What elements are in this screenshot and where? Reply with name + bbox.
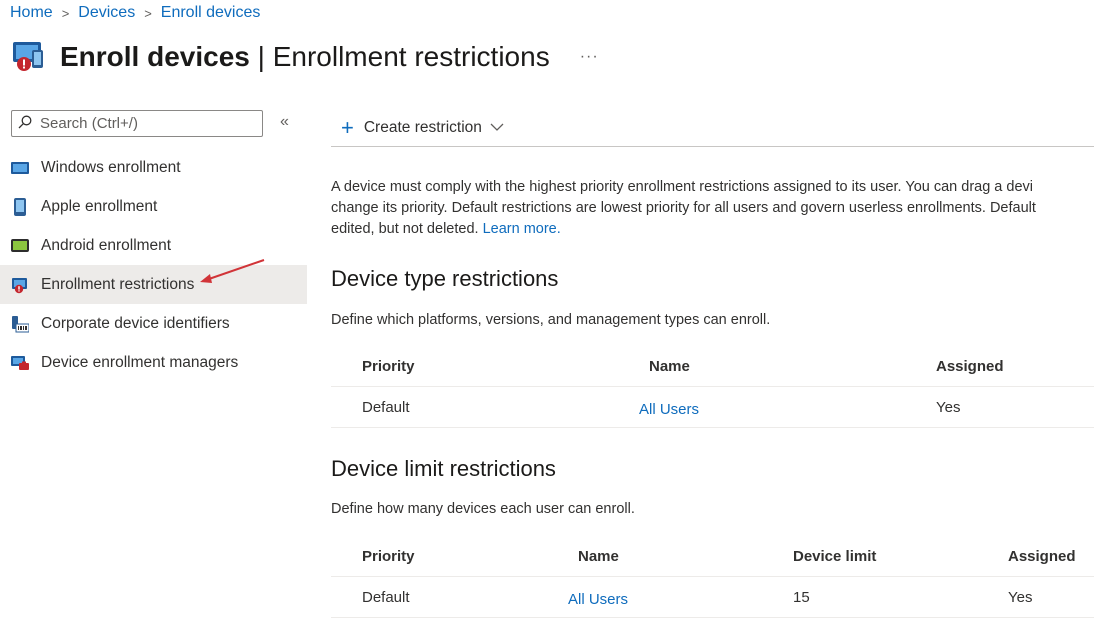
column-header-name[interactable]: Name	[578, 548, 619, 565]
table-header-row: Priority Name Assigned	[331, 346, 1094, 387]
collapse-sidebar-button[interactable]: «	[280, 113, 289, 131]
table-row[interactable]: Default All Users 15 Yes	[331, 577, 1094, 618]
command-bar: + Create restriction	[331, 110, 1094, 147]
sidebar-item-windows-enrollment[interactable]: Windows enrollment	[0, 148, 307, 187]
more-options-button[interactable]: ···	[580, 48, 599, 66]
column-header-priority[interactable]: Priority	[362, 358, 415, 375]
page-header: Enroll devices | Enrollment restrictions…	[10, 36, 599, 77]
column-header-device-limit[interactable]: Device limit	[793, 548, 876, 565]
chevron-down-icon[interactable]	[490, 119, 504, 137]
column-header-priority[interactable]: Priority	[362, 548, 415, 565]
priority-cell: Default	[362, 399, 410, 416]
breadcrumb-home[interactable]: Home	[10, 4, 53, 22]
search-box[interactable]	[11, 110, 263, 137]
device-limit-table: Priority Name Device limit Assigned Defa…	[331, 536, 1094, 618]
sidebar-item-apple-enrollment[interactable]: Apple enrollment	[0, 187, 307, 226]
main-content: + Create restriction A device must compl…	[331, 110, 1094, 618]
windows-device-icon	[11, 159, 29, 177]
sidebar-item-corporate-device-identifiers[interactable]: Corporate device identifiers	[0, 304, 307, 343]
description: A device must comply with the highest pr…	[331, 179, 1036, 237]
sidebar-item-label: Apple enrollment	[41, 197, 158, 215]
add-icon: +	[341, 115, 354, 140]
table-header-row: Priority Name Device limit Assigned	[331, 536, 1094, 577]
learn-more-link[interactable]: Learn more.	[483, 221, 561, 237]
breadcrumb-enroll-devices[interactable]: Enroll devices	[161, 4, 261, 22]
search-icon	[18, 115, 32, 133]
android-tablet-icon	[11, 237, 29, 255]
device-limit-heading: Device limit restrictions	[331, 456, 556, 481]
column-header-name[interactable]: Name	[649, 358, 690, 375]
apple-phone-icon	[11, 197, 29, 216]
name-link[interactable]: All Users	[568, 591, 628, 608]
sidebar-item-label: Windows enrollment	[41, 158, 181, 176]
enrollment-restrictions-icon	[10, 36, 46, 77]
device-limit-subtitle: Define how many devices each user can en…	[331, 501, 635, 517]
name-link[interactable]: All Users	[639, 401, 699, 418]
barcode-device-icon	[11, 315, 29, 333]
page-title: Enroll devices | Enrollment restrictions	[60, 40, 550, 72]
sidebar-item-label: Corporate device identifiers	[41, 314, 230, 332]
breadcrumb: Home > Devices > Enroll devices	[10, 4, 260, 22]
device-type-table: Priority Name Assigned Default All Users…	[331, 346, 1094, 428]
sidebar-item-label: Enrollment restrictions	[41, 275, 195, 293]
priority-cell: Default	[362, 589, 410, 606]
assigned-cell: Yes	[936, 399, 961, 416]
chevron-right-icon: >	[144, 5, 152, 21]
device-limit-cell: 15	[793, 589, 810, 606]
sidebar-item-label: Android enrollment	[41, 236, 172, 254]
annotation-arrow-icon	[200, 259, 265, 283]
device-type-heading: Device type restrictions	[331, 266, 559, 291]
breadcrumb-devices[interactable]: Devices	[78, 4, 135, 22]
manager-device-icon	[11, 354, 29, 372]
create-restriction-button[interactable]: Create restriction	[364, 119, 482, 137]
assigned-cell: Yes	[1008, 589, 1033, 606]
restriction-icon	[11, 276, 29, 294]
chevron-right-icon: >	[61, 5, 70, 21]
search-input[interactable]	[38, 114, 252, 133]
column-header-assigned[interactable]: Assigned	[1008, 548, 1076, 565]
column-header-assigned[interactable]: Assigned	[936, 358, 1004, 375]
sidebar-item-device-enrollment-managers[interactable]: Device enrollment managers	[0, 343, 307, 382]
sidebar-item-label: Device enrollment managers	[41, 353, 239, 371]
device-type-subtitle: Define which platforms, versions, and ma…	[331, 312, 771, 328]
table-row[interactable]: Default All Users Yes	[331, 387, 1094, 428]
